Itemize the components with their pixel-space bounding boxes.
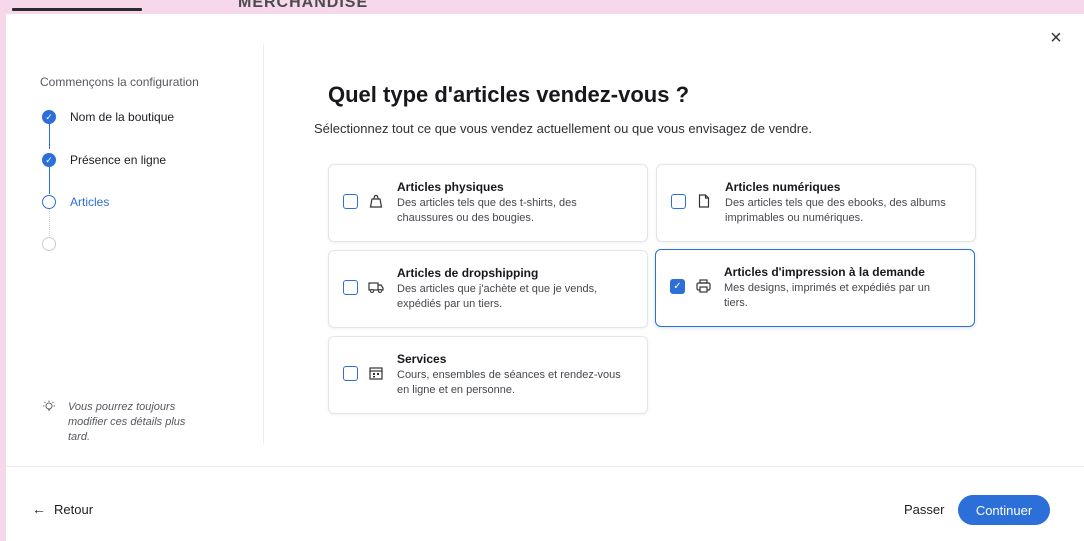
lightbulb-icon (42, 400, 58, 445)
option-description: Des articles tels que des ebooks, des al… (725, 197, 946, 224)
option-title: Articles d'impression à la demande (724, 265, 925, 279)
option-card-services[interactable]: Services Cours, ensembles de séances et … (328, 336, 648, 414)
step-presence-en-ligne[interactable]: ✓ Présence en ligne (42, 153, 166, 167)
option-card-impression-demande[interactable]: ✓ Articles d'impression à la demande Mes… (655, 249, 975, 327)
calendar-icon (367, 364, 385, 382)
back-label: Retour (54, 501, 94, 517)
step-next (42, 237, 70, 251)
check-circle-icon: ✓ (42, 153, 56, 167)
file-icon (695, 192, 713, 210)
step-nom-boutique[interactable]: ✓ Nom de la boutique (42, 110, 174, 124)
option-description: Des articles que j'achète et que je vend… (397, 283, 598, 310)
step-connector (48, 166, 50, 194)
page-subtitle: Sélectionnez tout ce que vous vendez act… (314, 121, 812, 136)
printer-icon (694, 277, 712, 295)
page-backdrop: MERCHANDISE (0, 0, 1084, 14)
continue-button[interactable]: Continuer (958, 495, 1050, 525)
step-label: Nom de la boutique (70, 110, 175, 124)
option-description: Des articles tels que des t-shirts, des … (397, 197, 577, 224)
tip-text: Vous pourrez toujours modifier ces détai… (68, 401, 186, 443)
page-title: Quel type d'articles vendez-vous ? (328, 82, 690, 107)
option-card-dropshipping[interactable]: Articles de dropshipping Des articles qu… (328, 250, 648, 328)
setup-modal: × Commençons la configuration ✓ Nom de l… (6, 14, 1084, 541)
close-icon[interactable]: × (1046, 28, 1066, 48)
modal-footer: ← Retour Passer Continuer (6, 466, 1084, 541)
back-button[interactable]: ← Retour (32, 501, 93, 517)
option-title: Services (397, 352, 447, 366)
current-step-circle-icon (42, 195, 56, 209)
step-connector (48, 123, 50, 149)
option-title: Articles numériques (725, 180, 841, 194)
check-circle-icon: ✓ (42, 110, 56, 124)
option-checkbox[interactable] (343, 194, 358, 209)
step-articles[interactable]: Articles (42, 195, 109, 209)
backdrop-bar (12, 8, 142, 11)
option-checkbox[interactable] (671, 194, 686, 209)
option-description: Cours, ensembles de séances et rendez-vo… (397, 369, 621, 396)
option-card-numeriques[interactable]: Articles numériques Des articles tels qu… (656, 164, 976, 242)
bag-icon (367, 192, 385, 210)
backdrop-heading: MERCHANDISE (238, 0, 368, 8)
truck-icon (367, 278, 385, 296)
option-checkbox[interactable] (343, 280, 358, 295)
option-card-physiques[interactable]: Articles physiques Des articles tels que… (328, 164, 648, 242)
option-checkbox-checked[interactable]: ✓ (670, 279, 685, 294)
option-description: Mes designs, imprimés et expédiés par un… (724, 282, 931, 309)
option-checkbox[interactable] (343, 366, 358, 381)
step-label: Articles (70, 195, 110, 209)
step-connector-pending (48, 209, 50, 236)
empty-circle-icon (42, 237, 56, 251)
setup-sidebar: Commençons la configuration ✓ Nom de la … (6, 44, 264, 444)
step-label: Présence en ligne (70, 153, 167, 167)
tip-note: Vous pourrez toujours modifier ces détai… (42, 400, 208, 445)
skip-button[interactable]: Passer (904, 502, 944, 517)
sidebar-title: Commençons la configuration (40, 75, 199, 89)
option-title: Articles de dropshipping (397, 266, 539, 280)
arrow-left-icon: ← (32, 501, 46, 517)
option-title: Articles physiques (397, 180, 504, 194)
